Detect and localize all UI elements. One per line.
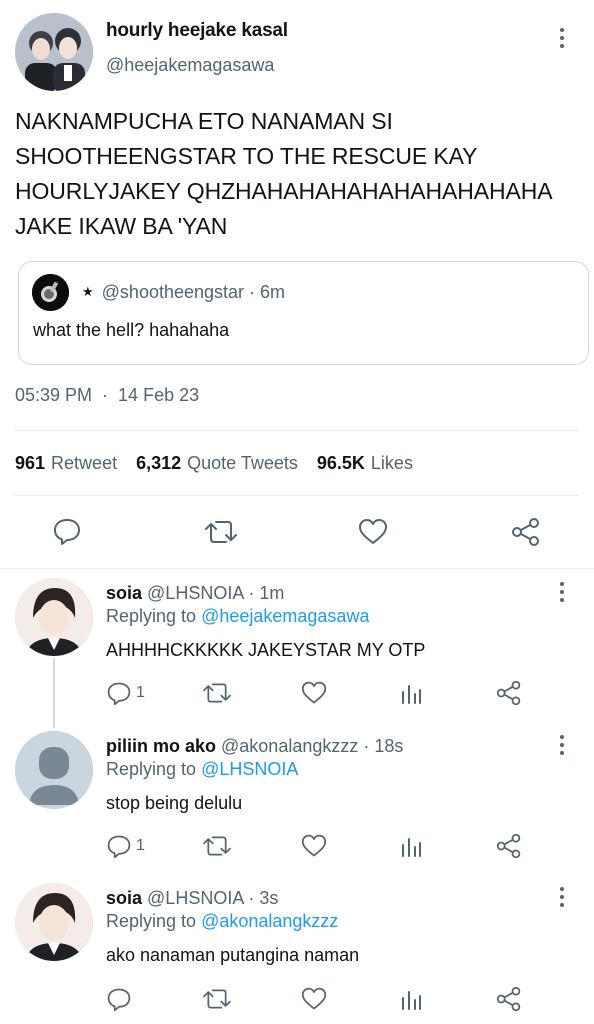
share-icon[interactable]	[496, 986, 522, 1012]
retweet-icon[interactable]	[202, 986, 232, 1012]
reply-header: soia @LHSNOIA · 1m	[106, 583, 284, 604]
quoted-author-handle[interactable]: @shootheengstar	[102, 282, 244, 302]
reply-text: stop being delulu	[106, 793, 243, 813]
replying-to-link[interactable]: @heejakemagasawa	[201, 606, 369, 626]
replying-to: Replying to @LHSNOIA	[106, 759, 298, 780]
tweet-stats: 961 Retweet 6,312 Quote Tweets 96.5K Likes	[15, 453, 432, 474]
retweet-icon[interactable]	[202, 833, 232, 859]
reply-count: 1	[136, 837, 145, 854]
share-icon[interactable]	[496, 680, 522, 706]
quoted-tweet-header: ★ @shootheengstar · 6m	[82, 282, 285, 303]
divider	[0, 568, 594, 569]
more-vertical-icon[interactable]	[557, 582, 567, 606]
retweet-stat[interactable]: 961 Retweet	[15, 453, 136, 473]
reply-time: · 1m	[248, 583, 285, 603]
tweet-text: NAKNAMPUCHA ETO NANAMAN SI SHOOTHEENGSTA…	[15, 108, 553, 239]
reply-author-handle[interactable]: @akonalangkzzz	[221, 736, 358, 756]
heart-icon[interactable]	[301, 986, 327, 1012]
heart-icon[interactable]	[301, 833, 327, 859]
more-vertical-icon[interactable]	[557, 28, 567, 52]
likes-stat[interactable]: 96.5K Likes	[317, 453, 432, 473]
reply-text: AHHHHCKKKKK JAKEYSTAR MY OTP	[106, 640, 426, 660]
avatar[interactable]	[15, 578, 93, 656]
quote-label: Quote Tweets	[187, 453, 298, 473]
analytics-icon[interactable]	[400, 988, 422, 1010]
quoted-author-avatar	[32, 274, 69, 311]
quoted-tweet-text: what the hell? hahahaha	[33, 320, 230, 340]
reply-text: ako nanaman putangina naman	[106, 945, 360, 965]
tweet-time: 05:39 PM	[15, 385, 93, 405]
reply-count: 1	[136, 684, 145, 701]
replying-to-label: Replying to	[106, 911, 197, 931]
heart-icon[interactable]	[301, 680, 327, 706]
reply-author-name[interactable]: piliin mo ako	[106, 736, 216, 756]
author-name[interactable]: hourly heejake kasal	[106, 20, 288, 42]
retweet-icon[interactable]	[204, 517, 238, 547]
comment-icon[interactable]	[52, 516, 82, 546]
replying-to: Replying to @heejakemagasawa	[106, 606, 369, 627]
comment-icon[interactable]	[106, 833, 132, 859]
more-vertical-icon[interactable]	[557, 887, 567, 911]
avatar[interactable]	[15, 731, 93, 809]
author-avatar[interactable]	[15, 13, 93, 91]
reply-header: soia @LHSNOIA · 3s	[106, 888, 278, 909]
replying-to-label: Replying to	[106, 606, 197, 626]
retweet-count: 961	[15, 453, 46, 473]
reply-header: piliin mo ako @akonalangkzzz · 18s	[106, 736, 403, 757]
reply-author-handle[interactable]: @LHSNOIA	[147, 888, 243, 908]
analytics-icon[interactable]	[400, 835, 422, 857]
analytics-icon[interactable]	[400, 682, 422, 704]
comment-icon[interactable]	[106, 986, 132, 1012]
avatar[interactable]	[15, 883, 93, 961]
likes-count: 96.5K	[316, 453, 365, 473]
replying-to: Replying to @akonalangkzzz	[106, 911, 338, 932]
share-icon[interactable]	[511, 517, 541, 547]
retweet-icon[interactable]	[202, 680, 232, 706]
quote-stat[interactable]: 6,312 Quote Tweets	[136, 453, 317, 473]
replying-to-link[interactable]: @akonalangkzzz	[201, 911, 338, 931]
more-vertical-icon[interactable]	[557, 735, 567, 759]
share-icon[interactable]	[496, 833, 522, 859]
separator-dot: ·	[102, 385, 109, 405]
tweet-date: 14 Feb 23	[118, 385, 200, 405]
quoted-tweet-time: · 6m	[249, 282, 286, 302]
reply-author-handle[interactable]: @LHSNOIA	[147, 583, 243, 603]
divider	[15, 495, 579, 496]
star-icon: ★	[82, 284, 94, 299]
quoted-tweet-card[interactable]: ★ @shootheengstar · 6m what the hell? hah…	[18, 261, 589, 365]
likes-label: Likes	[370, 453, 413, 473]
retweet-label: Retweet	[51, 453, 118, 473]
thread-line	[53, 658, 55, 728]
reply-time: · 18s	[363, 736, 404, 756]
reply-time: · 3s	[248, 888, 279, 908]
quote-count: 6,312	[136, 453, 182, 473]
divider	[15, 430, 579, 431]
comment-icon[interactable]	[106, 680, 132, 706]
replying-to-label: Replying to	[106, 759, 197, 779]
reply-author-name[interactable]: soia	[106, 583, 142, 603]
author-handle[interactable]: @heejakemagasawa	[106, 55, 274, 76]
reply-author-name[interactable]: soia	[106, 888, 142, 908]
heart-icon[interactable]	[358, 517, 388, 547]
replying-to-link[interactable]: @LHSNOIA	[201, 759, 298, 779]
tweet-timestamp[interactable]: 05:39 PM · 14 Feb 23	[15, 385, 199, 406]
